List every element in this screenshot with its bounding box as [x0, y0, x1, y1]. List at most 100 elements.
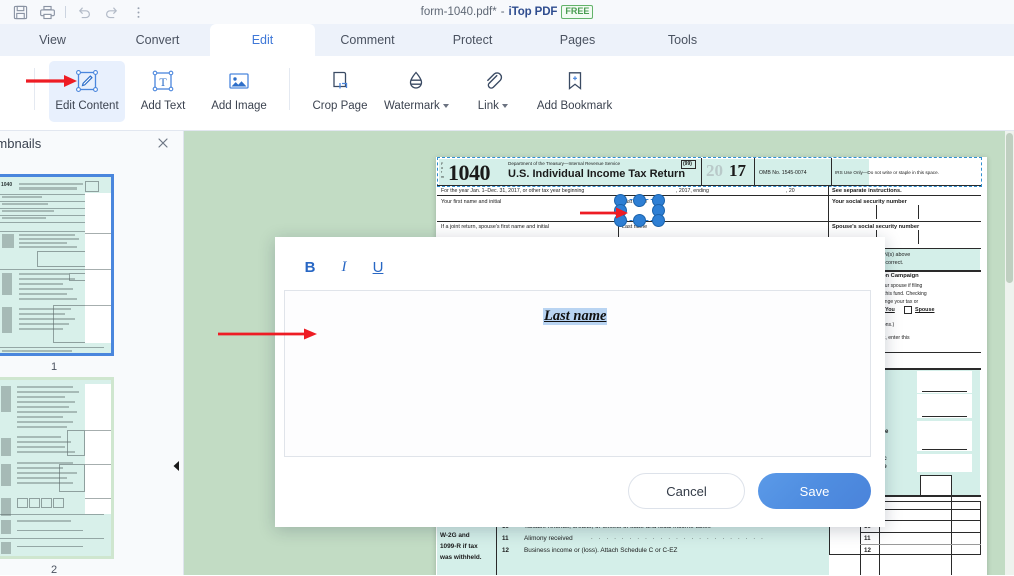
crop-page-button[interactable]: Crop Page	[302, 61, 378, 122]
thumbnail-item-2[interactable]: 2	[0, 377, 122, 576]
edit-content-label: Edit Content	[55, 100, 118, 112]
pec-you-label: You	[885, 307, 895, 313]
thumbnail-item-1[interactable]: 1040	[0, 174, 122, 373]
undo-icon[interactable]	[72, 1, 96, 23]
more-options-icon[interactable]	[126, 1, 150, 23]
irs-use-note: IRS Use Only—Do not write or staple in t…	[835, 170, 939, 175]
watermark-label: Watermark	[384, 100, 449, 112]
tab-view[interactable]: View	[0, 24, 105, 56]
form-title: U.S. Individual Income Tax Return	[508, 168, 685, 180]
tab-pages[interactable]: Pages	[525, 24, 630, 56]
crop-icon	[326, 66, 354, 96]
document-name: form-1040.pdf*	[421, 6, 497, 18]
watermark-icon	[402, 66, 430, 96]
attach-note-4: 1099-R if tax	[440, 543, 478, 550]
quick-access-toolbar	[8, 0, 150, 24]
thumbnail-page-2[interactable]	[0, 377, 114, 559]
bold-button[interactable]: B	[299, 255, 321, 279]
tax-year-20: , 20	[786, 188, 795, 194]
chevron-down-icon[interactable]	[443, 104, 449, 108]
link-chain-icon	[479, 66, 507, 96]
sidebar-header: Thumbnails	[0, 131, 183, 159]
form-number: 1040	[448, 160, 490, 186]
ribbon-divider-mid	[289, 68, 290, 110]
resize-handle-sw[interactable]	[614, 214, 627, 227]
pec-spouse-label: Spouse	[915, 307, 934, 313]
line-12-text: Business income or (loss). Attach Schedu…	[524, 547, 677, 554]
link-button[interactable]: Link	[455, 61, 531, 122]
edit-content-button[interactable]: Edit Content	[49, 61, 125, 122]
agency-label: Department of the Treasury—Internal Reve…	[508, 161, 620, 166]
bookmark-plus-icon	[561, 66, 589, 96]
attach-note-3: W-2G and	[440, 532, 470, 539]
app-name: iTop PDF	[509, 6, 558, 18]
thumbnail-page-1[interactable]: 1040	[0, 174, 114, 356]
line-11-number: 11	[502, 535, 509, 542]
pencil-edit-icon	[73, 66, 101, 96]
underline-button[interactable]: U	[367, 255, 389, 279]
form-side-tab: Form	[441, 162, 444, 179]
ssn-label: Your social security number	[832, 199, 907, 205]
edit-text-dialog: B I U Last name Cancel Save	[275, 237, 885, 527]
add-text-button[interactable]: T Add Text	[125, 61, 201, 122]
toolbar-divider	[65, 6, 66, 18]
redo-icon[interactable]	[99, 1, 123, 23]
tab-tools[interactable]: Tools	[630, 24, 735, 56]
close-icon[interactable]	[156, 136, 172, 152]
free-badge: FREE	[561, 5, 593, 19]
tab-list: View Convert Edit Comment Protect Pages …	[0, 24, 735, 56]
add-bookmark-button[interactable]: Add Bookmark	[531, 61, 618, 122]
attach-note-5: was withheld.	[440, 554, 482, 561]
thumbnail-number: 1	[0, 361, 114, 373]
svg-text:T: T	[159, 75, 167, 89]
print-icon[interactable]	[35, 1, 59, 23]
resize-handle-s[interactable]	[633, 214, 646, 227]
add-text-label: Add Text	[141, 100, 186, 112]
link-text: Link	[478, 100, 499, 112]
cancel-button[interactable]: Cancel	[628, 473, 745, 509]
italic-button[interactable]: I	[333, 255, 355, 279]
page-preview: 1040	[0, 177, 111, 353]
watermark-text: Watermark	[384, 100, 440, 112]
ribbon-divider-start	[34, 68, 35, 110]
save-icon[interactable]	[8, 1, 32, 23]
watermark-button[interactable]: Watermark	[378, 61, 455, 122]
scrollbar-thumb[interactable]	[1006, 133, 1013, 283]
title-separator: -	[501, 6, 505, 18]
tab-edit[interactable]: Edit	[210, 24, 315, 56]
add-bookmark-label: Add Bookmark	[537, 100, 612, 112]
text-editor-area[interactable]: Last name	[284, 290, 871, 457]
line-11-box-label: 11	[864, 535, 871, 542]
resize-handle-n[interactable]	[633, 194, 646, 207]
tab-comment[interactable]: Comment	[315, 24, 420, 56]
collapse-left-icon[interactable]	[169, 451, 183, 481]
save-button[interactable]: Save	[758, 473, 871, 509]
resize-handle-se[interactable]	[652, 214, 665, 227]
sidebar-title: Thumbnails	[0, 136, 41, 151]
title-bar: form-1040.pdf* - iTop PDF FREE	[0, 0, 1014, 24]
crop-page-label: Crop Page	[313, 100, 368, 112]
dialog-actions: Cancel Save	[275, 473, 885, 513]
vertical-scrollbar[interactable]	[1005, 131, 1014, 575]
tax-year-end: , 2017, ending	[676, 188, 709, 194]
window-title: form-1040.pdf* - iTop PDF FREE	[0, 0, 1014, 24]
ribbon-tab-bar: View Convert Edit Comment Protect Pages …	[0, 24, 1014, 57]
line-11-text: Alimony received	[524, 535, 573, 542]
thumbnail-sidebar: Thumbnails 1040	[0, 131, 184, 575]
formatting-toolbar: B I U	[299, 253, 389, 281]
link-label: Link	[478, 100, 508, 112]
line-12-number: 12	[502, 547, 509, 554]
text-box-icon: T	[149, 66, 177, 96]
joint-return-label: If a joint return, spouse's first name a…	[441, 224, 549, 230]
add-image-button[interactable]: Add Image	[201, 61, 277, 122]
code-99: (99)	[683, 161, 692, 167]
add-image-label: Add Image	[211, 100, 267, 112]
tab-protect[interactable]: Protect	[420, 24, 525, 56]
page-preview	[0, 380, 111, 556]
tax-year-line: For the year Jan. 1–Dec. 31, 2017, or ot…	[441, 188, 584, 194]
selected-text[interactable]: Last name	[543, 308, 607, 325]
chevron-down-icon[interactable]	[502, 104, 508, 108]
tab-convert[interactable]: Convert	[105, 24, 210, 56]
line-12-box-label: 12	[864, 547, 871, 554]
first-name-label: Your first name and initial	[441, 199, 501, 205]
